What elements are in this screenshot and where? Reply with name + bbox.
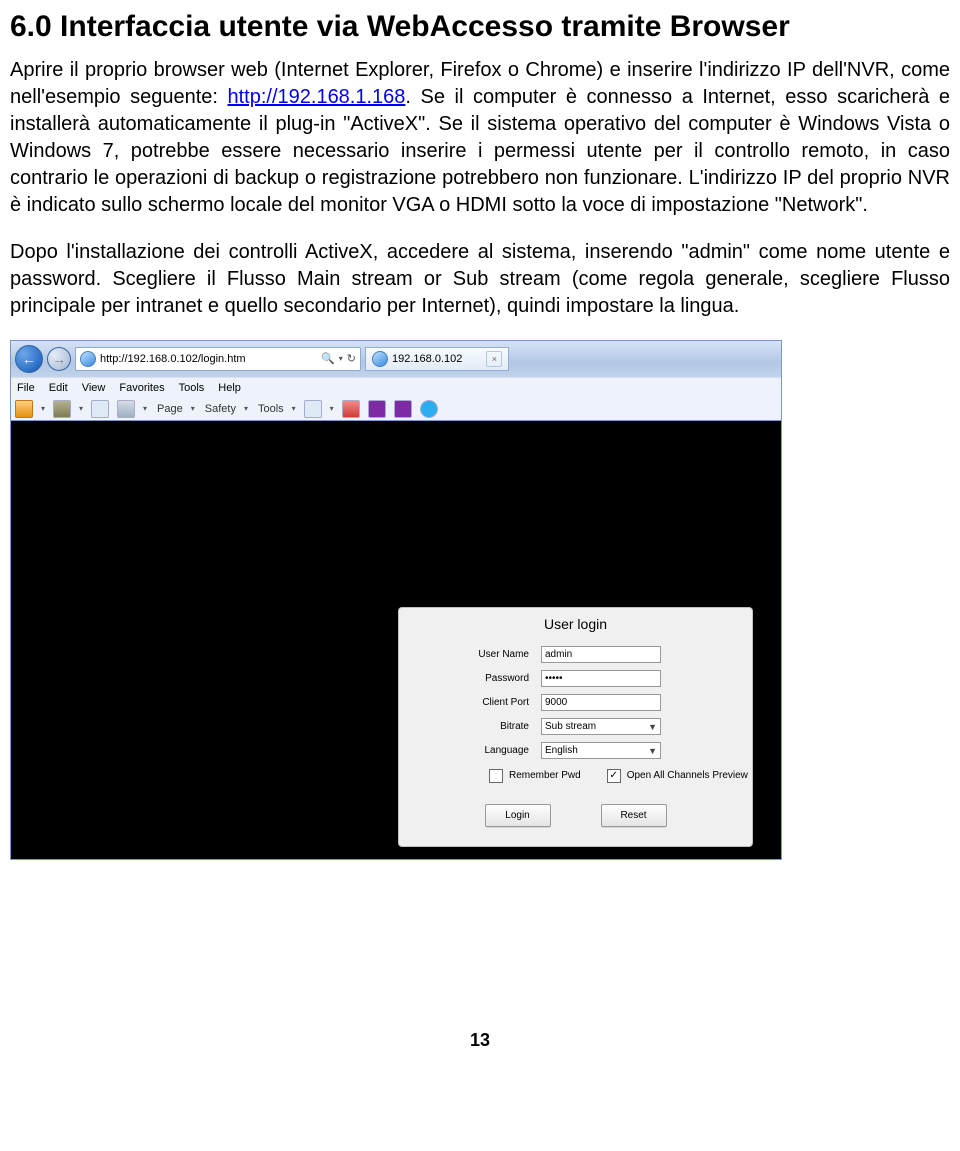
section-heading: 6.0 Interfaccia utente via WebAccesso tr… (10, 10, 950, 45)
home-icon[interactable] (15, 400, 33, 418)
tools-dropdown-icon[interactable]: ▾ (292, 404, 296, 413)
address-bar[interactable]: http://192.168.0.102/login.htm 🔍 ▾ ↻ (75, 347, 361, 371)
open-channels-label: Open All Channels Preview (627, 770, 748, 781)
back-button[interactable]: ← (15, 345, 43, 373)
open-channels-checkbox[interactable]: ✓ (607, 769, 621, 783)
toolbar-page[interactable]: Page (157, 403, 183, 415)
print-icon[interactable] (117, 400, 135, 418)
search-icon[interactable]: 🔍 (321, 352, 335, 365)
menu-tools[interactable]: Tools (179, 382, 205, 394)
toolbar-tools[interactable]: Tools (258, 403, 284, 415)
paragraph-1: Aprire il proprio browser web (Internet … (10, 57, 950, 219)
tool-bar: ▾ ▾ ▾ Page ▾ Safety ▾ Tools ▾ ▾ (11, 398, 781, 421)
password-input[interactable]: ••••• (541, 670, 661, 687)
page-number: 13 (10, 1030, 950, 1051)
remember-pwd-checkbox[interactable] (489, 769, 503, 783)
menu-help[interactable]: Help (218, 382, 241, 394)
language-value: English (545, 745, 578, 756)
tab-close-button[interactable]: × (486, 351, 502, 367)
password-label: Password (399, 673, 541, 684)
client-port-label: Client Port (399, 697, 541, 708)
browser-window: ← → http://192.168.0.102/login.htm 🔍 ▾ ↻… (10, 340, 782, 860)
menu-bar: File Edit View Favorites Tools Help (11, 377, 781, 398)
chevron-down-icon: ▼ (648, 722, 657, 732)
menu-file[interactable]: File (17, 382, 35, 394)
user-name-label: User Name (399, 649, 541, 660)
mail-icon[interactable] (91, 400, 109, 418)
browser-tab[interactable]: 192.168.0.102 × (365, 347, 509, 371)
nvr-ip-link[interactable]: http://192.168.1.168 (227, 86, 405, 108)
extension-icon-1[interactable] (342, 400, 360, 418)
page-dropdown-icon[interactable]: ▾ (191, 404, 195, 413)
bitrate-label: Bitrate (399, 721, 541, 732)
reset-button[interactable]: Reset (601, 804, 667, 827)
help-dropdown-icon[interactable]: ▾ (330, 404, 334, 413)
feeds-dropdown-icon[interactable]: ▾ (79, 404, 83, 413)
onenote-linked-icon[interactable] (394, 400, 412, 418)
ie-icon (80, 351, 96, 367)
language-label: Language (399, 745, 541, 756)
menu-favorites[interactable]: Favorites (119, 382, 164, 394)
home-dropdown-icon[interactable]: ▾ (41, 404, 45, 413)
page-content-area: User login User Name admin Password ••••… (11, 421, 781, 859)
onenote-icon[interactable] (368, 400, 386, 418)
print-dropdown-icon[interactable]: ▾ (143, 404, 147, 413)
login-panel: User login User Name admin Password ••••… (398, 607, 753, 847)
toolbar-safety[interactable]: Safety (205, 403, 236, 415)
menu-edit[interactable]: Edit (49, 382, 68, 394)
tab-title: 192.168.0.102 (392, 353, 462, 365)
help-icon[interactable] (304, 400, 322, 418)
login-title: User login (399, 608, 752, 644)
forward-button[interactable]: → (47, 347, 71, 371)
user-name-input[interactable]: admin (541, 646, 661, 663)
refresh-icon[interactable]: ↻ (347, 352, 356, 365)
menu-view[interactable]: View (82, 382, 106, 394)
browser-nav-bar: ← → http://192.168.0.102/login.htm 🔍 ▾ ↻… (11, 341, 781, 377)
address-dropdown-icon[interactable]: ▾ (339, 354, 343, 363)
client-port-input[interactable]: 9000 (541, 694, 661, 711)
address-text: http://192.168.0.102/login.htm (100, 353, 317, 365)
login-button[interactable]: Login (485, 804, 551, 827)
paragraph-2: Dopo l'installazione dei controlli Activ… (10, 239, 950, 320)
language-select[interactable]: English ▼ (541, 742, 661, 759)
remember-pwd-label: Remember Pwd (509, 770, 581, 781)
feeds-icon[interactable] (53, 400, 71, 418)
chevron-down-icon: ▼ (648, 746, 657, 756)
safety-dropdown-icon[interactable]: ▾ (244, 404, 248, 413)
bitrate-value: Sub stream (545, 721, 596, 732)
tab-ie-icon (372, 351, 388, 367)
bitrate-select[interactable]: Sub stream ▼ (541, 718, 661, 735)
skype-icon[interactable] (420, 400, 438, 418)
